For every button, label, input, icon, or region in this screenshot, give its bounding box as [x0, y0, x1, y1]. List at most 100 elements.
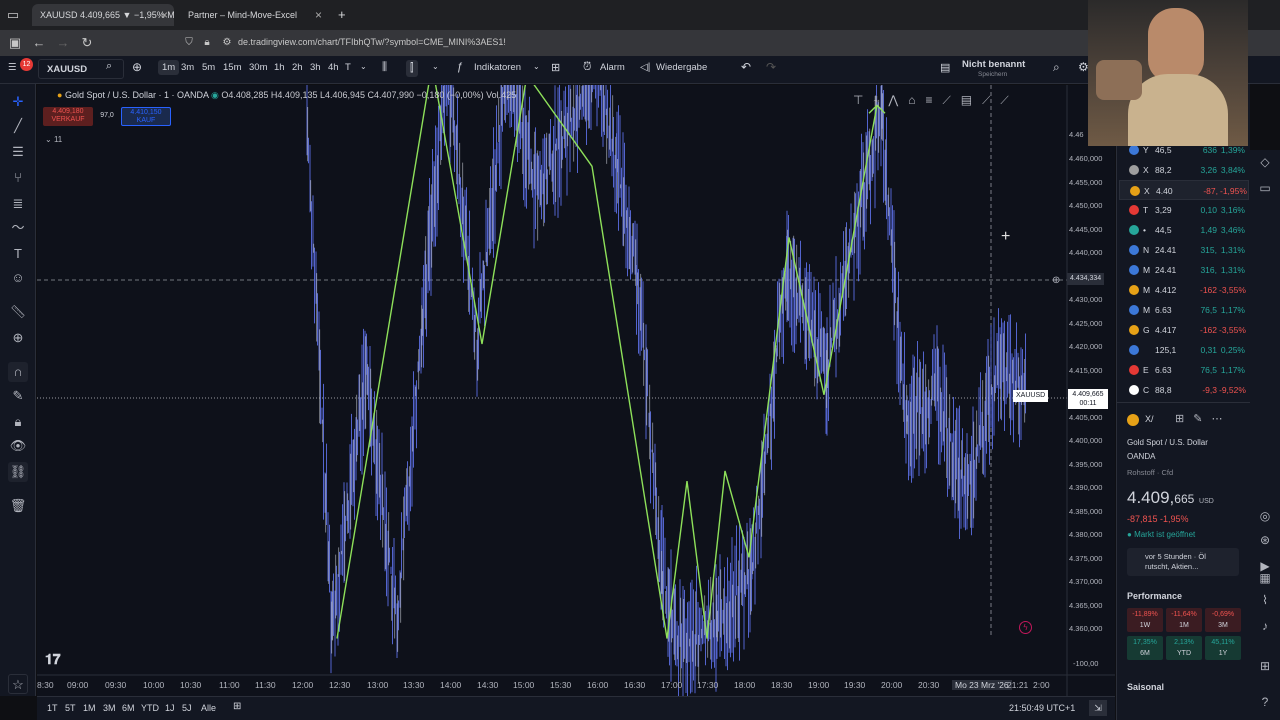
indicators-button[interactable]: Indikatoren — [474, 62, 521, 73]
layout-icon[interactable]: ▤ — [940, 61, 950, 74]
tool-icon[interactable]: ≡ — [925, 93, 942, 107]
tab-partner[interactable]: Partner – Mind-Move-Excel × — [180, 4, 328, 26]
interval-30m[interactable]: 30m — [249, 62, 267, 73]
target-icon[interactable]: ◎ — [1257, 508, 1273, 524]
new-tab-button[interactable]: + — [334, 4, 354, 26]
fib-icon[interactable]: ≣ — [8, 194, 28, 214]
grid-apps-icon[interactable]: ⊞ — [1257, 658, 1273, 674]
goto-date-icon[interactable]: ⊞ — [233, 701, 241, 712]
tradingview-logo[interactable]: 𝟏𝟕 — [45, 651, 61, 668]
range-6m[interactable]: 6M — [122, 703, 135, 713]
lock-icon[interactable]: 🔒︎ — [198, 34, 216, 52]
text-tool-icon[interactable]: T — [8, 244, 28, 264]
watchlist-row[interactable]: M 6.63 76,5 1,17% — [1119, 300, 1249, 320]
favorites-star-icon[interactable]: ☆ — [8, 674, 28, 694]
range-5y[interactable]: 5J — [182, 703, 192, 713]
interval-3m[interactable]: 3m — [181, 62, 194, 73]
price-chart[interactable]: ● Gold Spot / U.S. Dollar · 1 · OANDA ◉ … — [37, 85, 1115, 696]
search-icon[interactable]: ⌕ — [1053, 60, 1060, 75]
performance-cell-3m[interactable]: -0,69% 3M — [1205, 608, 1241, 632]
tool-icon[interactable]: ▤ — [961, 93, 982, 107]
pitchfork-icon[interactable]: ⑂ — [8, 168, 28, 188]
range-1d[interactable]: 1T — [47, 703, 58, 713]
tool-icon[interactable]: ⋀ — [888, 93, 908, 107]
tab-tradingview[interactable]: XAUUSD 4.409,665 ▼ −1,95% M × — [32, 4, 174, 26]
watchlist-row[interactable]: • 44,5 1,49 3,46% — [1119, 220, 1249, 240]
magnet-icon[interactable]: ∩ — [8, 362, 28, 382]
sell-button[interactable]: 4.409,180 VERKAUF — [43, 107, 93, 126]
chat-icon[interactable]: ▭ — [1257, 180, 1273, 196]
back-icon[interactable]: ← — [30, 34, 48, 52]
alarm-icon[interactable]: ⏰︎ — [583, 61, 592, 74]
tool-icon[interactable]: ⟋ — [1000, 93, 1018, 107]
link-icon[interactable]: ⛓︎ — [8, 462, 28, 482]
forward-icon[interactable]: → — [54, 34, 72, 52]
watchlist-row[interactable]: M 24.41 316, 1,31% — [1119, 260, 1249, 280]
symbol-search-icon[interactable]: ⌕ — [106, 60, 112, 73]
chart-canvas[interactable] — [37, 85, 1115, 696]
sidebar-icon[interactable]: ▣ — [6, 34, 24, 52]
watchlist-row[interactable]: G 4.417 -162 -3,55% — [1119, 320, 1249, 340]
hide-drawings-icon[interactable]: 👁︎ — [8, 436, 28, 456]
watchlist-row[interactable]: X 4.40 -87, -1,95% — [1119, 180, 1249, 200]
collapse-panel-icon[interactable]: ⇲ — [1089, 700, 1107, 716]
chevron-down-icon[interactable]: ⌄ — [533, 62, 540, 71]
interval-5m[interactable]: 5m — [202, 62, 215, 73]
emoji-icon[interactable]: ☺ — [8, 268, 28, 288]
stay-drawing-icon[interactable]: ✎ — [8, 386, 28, 406]
url-field[interactable]: de.tradingview.com/chart/TFIbhQTw/?symbo… — [238, 37, 506, 47]
tool-icon[interactable]: ⊤ — [853, 93, 873, 107]
trash-icon[interactable]: 🗑︎ — [8, 496, 28, 516]
horizontal-lines-icon[interactable]: ☰ — [8, 142, 28, 162]
replay-icon[interactable]: ◁| — [640, 62, 650, 73]
brush-icon[interactable]: 〜 — [8, 218, 28, 238]
range-5d[interactable]: 5T — [65, 703, 76, 713]
ruler-icon[interactable]: 📏︎ — [8, 302, 28, 322]
interval-3h[interactable]: 3h — [310, 62, 321, 73]
collapse-legend-toggle[interactable]: ⌄ 11 — [45, 135, 62, 144]
calendar-icon[interactable]: ▦ — [1257, 570, 1273, 586]
buy-button[interactable]: 4.410,150 KAUF — [121, 107, 171, 126]
range-ytd[interactable]: YTD — [141, 703, 159, 713]
close-icon[interactable]: × — [161, 4, 168, 26]
watchlist-row[interactable]: 125,1 0,31 0,25% — [1119, 340, 1249, 360]
reload-icon[interactable]: ↻ — [78, 34, 96, 52]
close-icon[interactable]: × — [315, 4, 322, 26]
zoom-icon[interactable]: ⊕ — [8, 328, 28, 348]
floating-drawing-toolbar[interactable]: ⊤⫳⋀⌂≡⟋▤⟋⟋ — [853, 93, 1019, 108]
watchlist-row[interactable]: E 6.63 76,5 1,17% — [1119, 360, 1249, 380]
crosshair-icon[interactable]: ✛ — [8, 92, 28, 112]
chevron-down-icon[interactable]: ⌄ — [360, 62, 367, 71]
performance-cell-1w[interactable]: -11,89% 1W — [1127, 608, 1163, 632]
tool-icon[interactable]: ⟋ — [982, 93, 1000, 107]
grid-icon[interactable]: ⊞ — [1175, 413, 1193, 425]
interval-1m[interactable]: 1m — [158, 60, 180, 75]
more-icon[interactable]: ⋯ — [1211, 413, 1231, 425]
range-all[interactable]: Alle — [201, 703, 216, 713]
performance-cell-1y[interactable]: 45,11% 1Y — [1205, 636, 1241, 660]
lock-drawings-icon[interactable]: 🔒︎ — [8, 412, 28, 432]
notifications-icon[interactable]: ♪ — [1257, 618, 1273, 634]
interval-4h[interactable]: 4h — [328, 62, 339, 73]
tool-icon[interactable]: ⌂ — [908, 93, 925, 107]
chevron-down-icon[interactable]: ⌄ — [432, 62, 439, 71]
clock[interactable]: 21:50:49 UTC+1 — [1009, 703, 1075, 713]
layout-name[interactable]: Nicht benannt — [962, 59, 1025, 70]
watchlist-row[interactable]: M 4.412 -162 -3,55% — [1119, 280, 1249, 300]
help-icon[interactable]: ? — [1257, 694, 1273, 710]
performance-cell-1m[interactable]: -11,64% 1M — [1166, 608, 1202, 632]
watchlist-row[interactable]: C 88,8 -9,3 -9,52% — [1119, 380, 1249, 400]
range-3m[interactable]: 3M — [103, 703, 116, 713]
watchlist-row[interactable]: X 88,2 3,26 3,84% — [1119, 160, 1249, 180]
compare-add-icon[interactable]: ⊕ — [132, 60, 142, 74]
replay-button[interactable]: Wiedergabe — [656, 62, 707, 73]
idea-icon[interactable]: ⊛ — [1257, 532, 1273, 548]
edit-icon[interactable]: ✎ — [1193, 413, 1211, 425]
interval-15m[interactable]: 15m — [223, 62, 241, 73]
range-1m[interactable]: 1M — [83, 703, 96, 713]
add-alert-icon[interactable]: ⊕ — [1052, 275, 1060, 286]
redo-icon[interactable]: ↷ — [766, 60, 776, 74]
templates-icon[interactable]: ⊞ — [551, 61, 560, 74]
interval-day[interactable]: T — [345, 62, 351, 73]
watchlist-row[interactable]: N 24.41 315, 1,31% — [1119, 240, 1249, 260]
